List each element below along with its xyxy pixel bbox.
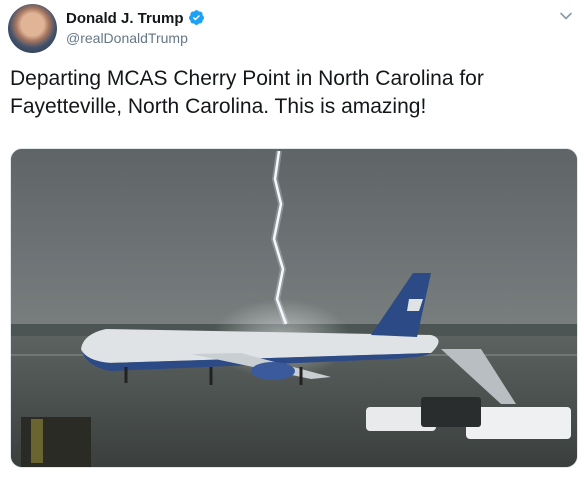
author-name[interactable]: Donald J. Trump [66,10,184,27]
author-name-row[interactable]: Donald J. Trump [66,9,205,27]
chevron-down-icon[interactable] [560,10,572,22]
avatar[interactable] [8,4,57,53]
author-handle[interactable]: @realDonaldTrump [66,30,188,46]
tweet-text: Departing MCAS Cherry Point in North Car… [10,67,484,118]
tweet-photo[interactable] [10,148,578,468]
photo-airplane-lightning [11,149,577,467]
verified-badge-icon [188,10,204,25]
